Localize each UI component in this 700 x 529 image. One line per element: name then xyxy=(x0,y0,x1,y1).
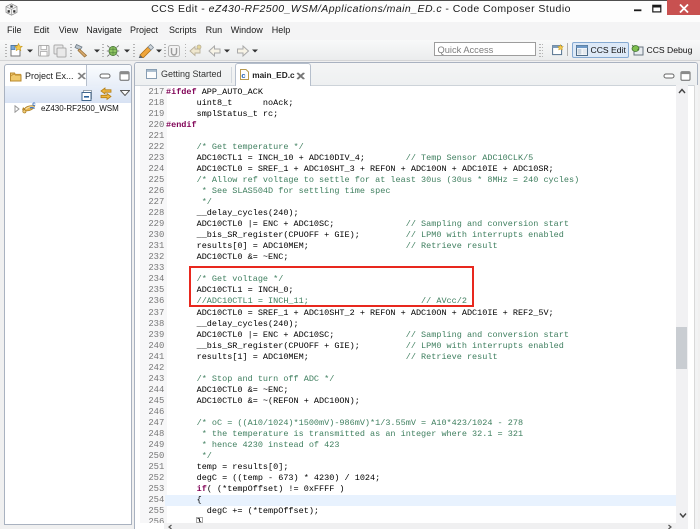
svg-text:c: c xyxy=(32,102,36,108)
svg-text:c: c xyxy=(241,73,246,80)
